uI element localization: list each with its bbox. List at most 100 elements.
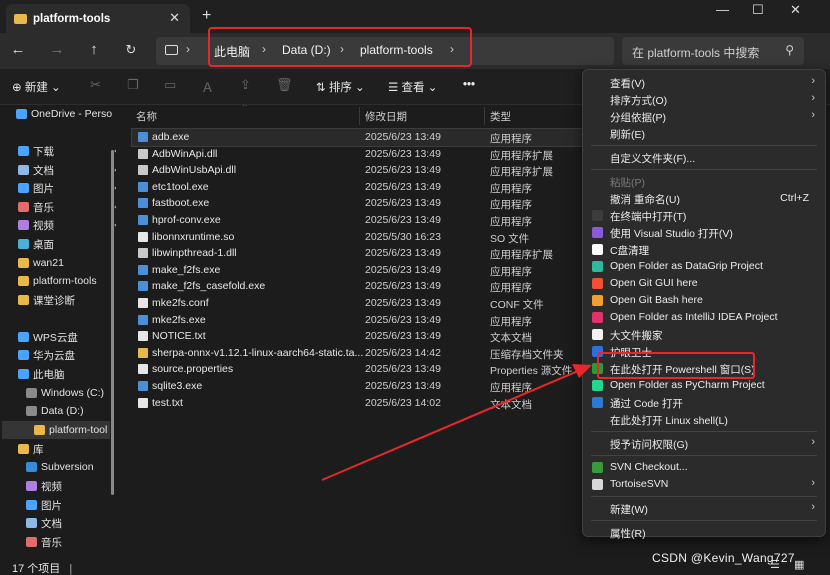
table-row[interactable]: mke2fs.conf 2025/6/23 13:49 CONF 文件	[132, 295, 590, 312]
sidebar-item-label: 桌面	[33, 238, 54, 251]
sidebar-item[interactable]: 音乐✦	[18, 198, 116, 216]
menu-item[interactable]: 大文件搬家	[583, 326, 825, 343]
tab-platform-tools[interactable]: platform-tools ✕	[6, 4, 190, 33]
table-row[interactable]: test.txt 2025/6/23 14:02 文本文档	[132, 395, 590, 412]
sidebar-item[interactable]: WPS云盘	[18, 328, 78, 346]
sidebar-item[interactable]: 视频✦	[18, 216, 116, 234]
cloud-icon	[16, 109, 27, 119]
menu-item[interactable]: Open Folder as IntelliJ IDEA Project	[583, 309, 825, 326]
back-button[interactable]: ←	[8, 41, 28, 58]
column-header-type[interactable]: 类型	[490, 105, 511, 125]
menu-item[interactable]: 属性(R)	[583, 524, 825, 541]
table-row[interactable]: AdbWinApi.dll 2025/6/23 13:49 应用程序扩展	[132, 146, 590, 163]
sidebar-item[interactable]: platform-tool	[2, 421, 110, 439]
menu-item[interactable]: 在此处打开 Linux shell(L)	[583, 411, 825, 428]
file-list: ⌃ 名称 修改日期 类型 adb.exe 2025/6/23 13:49 应用程序 A…	[120, 105, 590, 557]
close-tab-icon[interactable]: ✕	[169, 10, 180, 26]
menu-item[interactable]: 刷新(E)	[583, 125, 825, 142]
sidebar-item[interactable]: Subversion	[26, 458, 94, 476]
search-box[interactable]: 在 platform-tools 中搜索 ⚲	[622, 37, 804, 65]
table-row[interactable]: adb.exe 2025/6/23 13:49 应用程序	[131, 128, 590, 147]
column-divider[interactable]	[359, 107, 360, 125]
table-row[interactable]: NOTICE.txt 2025/6/23 13:49 文本文档	[132, 328, 590, 345]
menu-item[interactable]: 查看(V) ›	[583, 74, 825, 91]
rename-icon[interactable]: Ａ	[201, 77, 214, 96]
table-row[interactable]: etc1tool.exe 2025/6/23 13:49 应用程序	[132, 179, 590, 196]
sidebar-item[interactable]: 图片✦	[18, 179, 116, 197]
more-button[interactable]: •••	[463, 79, 475, 91]
sidebar-item[interactable]: 桌面	[18, 235, 54, 253]
sort-button[interactable]: ⇅ 排序 ⌄	[316, 79, 365, 95]
menu-item[interactable]: 通过 Code 打开	[583, 394, 825, 411]
menu-item[interactable]: Open Folder as PyCharm Project	[583, 377, 825, 394]
sidebar-item[interactable]: 图片	[26, 496, 62, 514]
table-row[interactable]: make_f2fs_casefold.exe 2025/6/23 13:49 应用程…	[132, 278, 590, 295]
delete-icon[interactable]: 🗑	[276, 77, 293, 93]
table-row[interactable]: fastboot.exe 2025/6/23 13:49 应用程序	[132, 195, 590, 212]
menu-item[interactable]: 分组依据(P) ›	[583, 108, 825, 125]
column-divider[interactable]	[484, 107, 485, 125]
forward-button[interactable]: →	[47, 41, 67, 58]
up-button[interactable]: ↑	[84, 41, 104, 58]
menu-item[interactable]: Open Git GUI here	[583, 275, 825, 292]
table-row[interactable]: AdbWinUsbApi.dll 2025/6/23 13:49 应用程序扩展	[132, 162, 590, 179]
sidebar-item[interactable]: 文档✦	[18, 161, 116, 179]
sidebar-item[interactable]: 文档	[26, 514, 62, 532]
menu-item[interactable]: 新建(W) ›	[583, 500, 825, 517]
sidebar-item[interactable]: wan21	[18, 254, 64, 272]
sidebar-item[interactable]: 库	[18, 440, 44, 458]
sidebar-item[interactable]: 此电脑	[18, 365, 65, 383]
column-header-name[interactable]: 名称	[136, 105, 157, 125]
new-tab-button[interactable]: +	[202, 7, 211, 25]
share-icon[interactable]: ⇪	[240, 77, 251, 93]
sidebar-item-label: Windows (C:)	[41, 387, 105, 399]
menu-item[interactable]: SVN Checkout...	[583, 459, 825, 476]
sidebar-item[interactable]: 音乐	[26, 533, 62, 551]
menu-item[interactable]: 排序方式(O) ›	[583, 91, 825, 108]
column-header-date[interactable]: 修改日期	[365, 105, 407, 125]
menu-item[interactable]: 自定义文件夹(F)...	[583, 149, 825, 166]
table-row[interactable]: sqlite3.exe 2025/6/23 13:49 应用程序	[132, 378, 590, 395]
table-row[interactable]: hprof-conv.exe 2025/6/23 13:49 应用程序	[132, 212, 590, 229]
refresh-button[interactable]: ↻	[121, 42, 141, 58]
tiles-view-icon[interactable]: ▦	[794, 558, 804, 571]
menu-item[interactable]: TortoiseSVN ›	[583, 476, 825, 493]
table-row[interactable]: libwinpthread-1.dll 2025/6/23 13:49 应用程序扩展	[132, 245, 590, 262]
table-row[interactable]: mke2fs.exe 2025/6/23 13:49 应用程序	[132, 312, 590, 329]
tortoisesvn-icon	[592, 479, 603, 490]
sidebar-item[interactable]: Windows (C:)	[26, 384, 104, 402]
sidebar-item[interactable]: 华为云盘	[18, 346, 75, 364]
menu-item[interactable]: 使用 Visual Studio 打开(V)	[583, 224, 825, 241]
sidebar-item[interactable]: 课堂诊断	[18, 291, 75, 309]
cut-icon[interactable]: ✂	[90, 77, 101, 93]
svn-checkout-icon	[592, 462, 603, 473]
sidebar-item[interactable]: platform-tools	[18, 272, 97, 290]
menu-item[interactable]: 在终端中打开(T)	[583, 207, 825, 224]
sidebar-item[interactable]: OneDrive - Perso	[16, 105, 112, 123]
new-button[interactable]: ⊕ 新建 ⌄	[12, 79, 61, 95]
view-button[interactable]: ☰ 查看 ⌄	[388, 79, 437, 95]
sidebar-item[interactable]: 下载✦	[18, 142, 116, 160]
close-window-button[interactable]: ✕	[790, 2, 801, 18]
menu-item[interactable]: 撤消 重命名(U) Ctrl+Z	[583, 190, 825, 207]
menu-item[interactable]: 授予访问权限(G) ›	[583, 435, 825, 452]
copy-icon[interactable]: ❐	[127, 77, 139, 93]
view-label: 查看	[401, 82, 425, 94]
menu-item[interactable]: Open Folder as DataGrip Project	[583, 258, 825, 275]
file-type: 应用程序	[490, 182, 532, 195]
context-menu: 查看(V) › 排序方式(O) › 分组依据(P) › 刷新(E) 自定义文件夹(F)... 粘…	[582, 69, 826, 540]
details-view-icon[interactable]: ☰	[770, 558, 780, 571]
menu-item[interactable]: Open Git Bash here	[583, 292, 825, 309]
minimize-button[interactable]: —	[716, 2, 729, 17]
menu-item[interactable]: C盘清理	[583, 241, 825, 258]
sidebar-item[interactable]: 视频	[26, 477, 62, 495]
paste-icon[interactable]: ▭	[164, 77, 176, 93]
sidebar-item[interactable]: Data (D:)	[26, 402, 84, 420]
menu-item[interactable]: 粘贴(P)	[583, 173, 825, 190]
table-row[interactable]: make_f2fs.exe 2025/6/23 13:49 应用程序	[132, 262, 590, 279]
table-row[interactable]: sherpa-onnx-v1.12.1-linux-aarch64-static…	[132, 345, 590, 362]
sidebar-scrollbar[interactable]	[111, 150, 114, 495]
table-row[interactable]: source.properties 2025/6/23 13:49 Properti…	[132, 361, 590, 378]
maximize-button[interactable]: ☐	[752, 2, 764, 18]
table-row[interactable]: libonnxruntime.so 2025/5/30 16:23 SO 文件	[132, 229, 590, 246]
